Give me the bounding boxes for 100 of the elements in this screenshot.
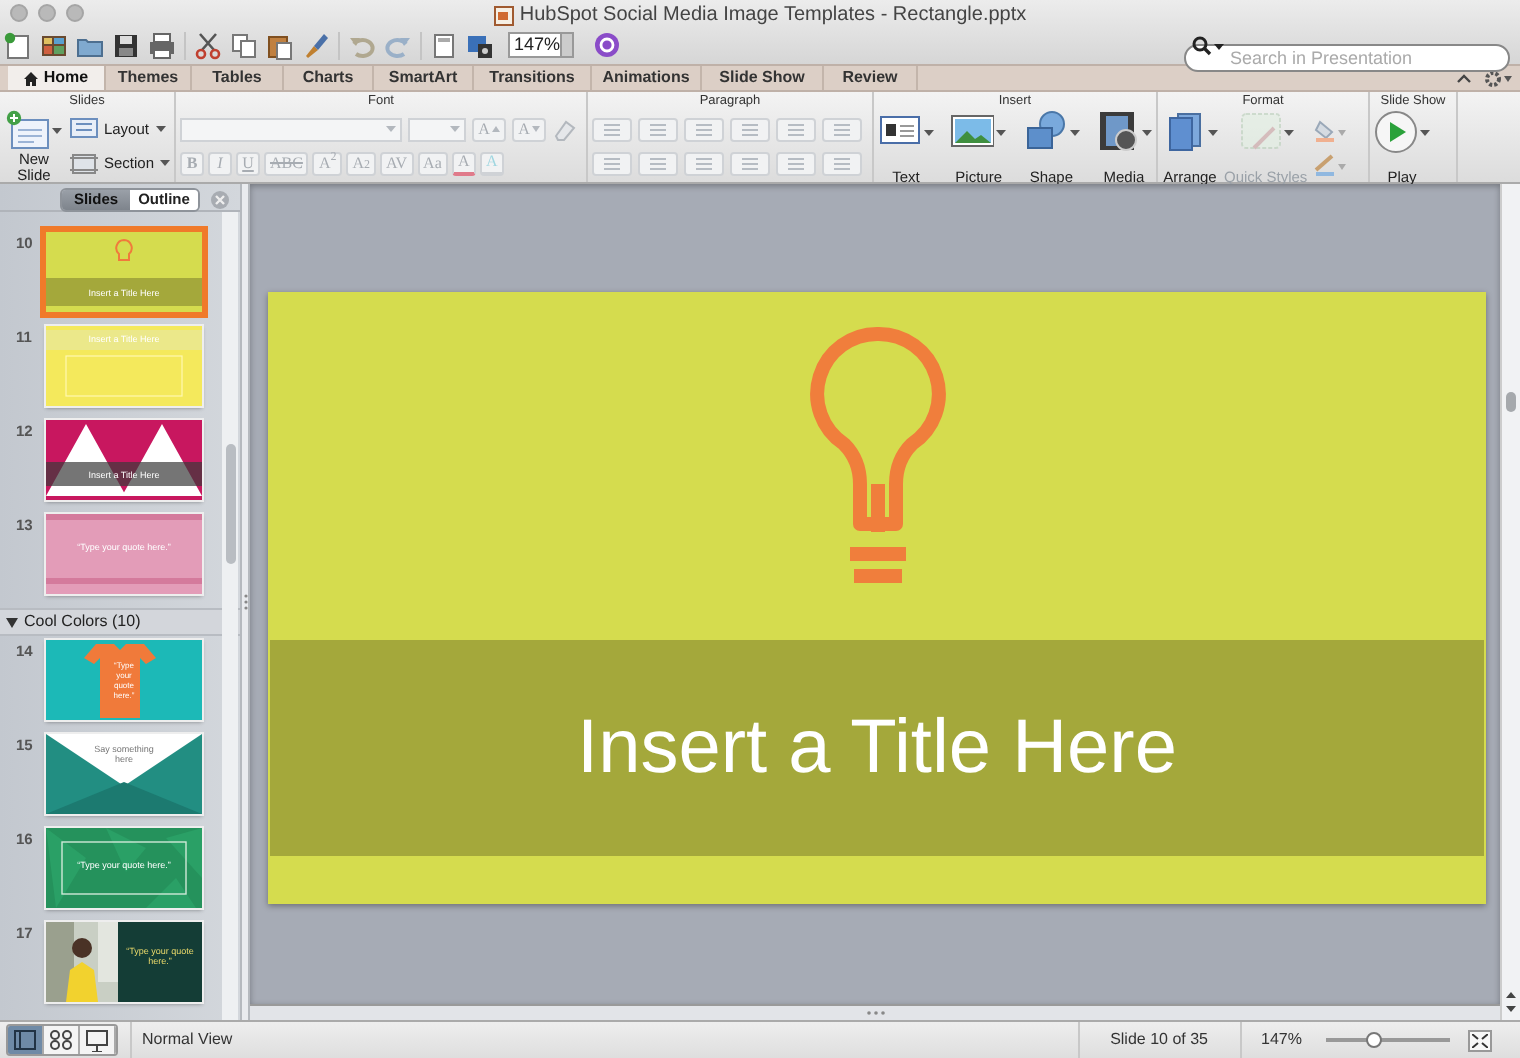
increase-indent-icon [740, 121, 760, 137]
window-icon[interactable] [430, 31, 458, 59]
paragraph-button[interactable] [592, 117, 632, 141]
presentation-icon [84, 1028, 110, 1052]
paragraph-button[interactable] [776, 151, 816, 175]
dropdown-caret-icon [51, 127, 62, 133]
ribbon-tab[interactable]: Home [8, 66, 106, 90]
styles-icon [1237, 110, 1282, 154]
align-text-icon [832, 155, 852, 171]
ribbon-tab[interactable]: Tables [192, 66, 284, 90]
line-spacing-icon [786, 121, 806, 137]
print-icon[interactable] [148, 31, 176, 59]
paste-icon[interactable] [266, 31, 294, 59]
align-left-icon [602, 155, 622, 171]
text-direction-icon [786, 155, 806, 171]
font-name-field[interactable] [180, 117, 402, 141]
gallery-icon[interactable] [40, 31, 68, 59]
line-color-icon[interactable] [1313, 154, 1346, 176]
view-button[interactable] [8, 1026, 44, 1054]
play-icon [1374, 110, 1418, 154]
align-center-icon [648, 155, 668, 171]
view-button[interactable] [80, 1026, 116, 1054]
fill-color-icon[interactable] [1313, 120, 1346, 142]
ribbon-tab[interactable]: Themes [106, 66, 192, 90]
dropdown-caret-icon [1141, 129, 1152, 135]
section-header[interactable]: Cool Colors (10) [0, 608, 240, 636]
paragraph-button[interactable] [638, 117, 678, 141]
paragraph-button[interactable] [592, 151, 632, 175]
paragraph-button[interactable] [730, 151, 770, 175]
eraser-icon[interactable] [552, 117, 576, 141]
slider-thumb[interactable] [1365, 1032, 1382, 1048]
view-button[interactable] [44, 1026, 80, 1054]
window-title: HubSpot Social Media Image Templates - Rectangle.pptx [519, 6, 1027, 26]
normal-view-icon [12, 1028, 38, 1052]
brush-icon[interactable] [302, 31, 330, 59]
media-browser-icon[interactable] [466, 31, 494, 59]
shapes-icon [1023, 110, 1068, 154]
slide-position: Slide 10 of 35 [1108, 1028, 1210, 1052]
cut-icon[interactable] [194, 31, 222, 59]
splitter-handle-icon[interactable] [243, 594, 247, 610]
zoom-field[interactable]: 147% [508, 32, 574, 58]
ribbon-tab[interactable]: Charts [284, 66, 374, 90]
dropdown-caret-icon [924, 129, 934, 135]
copy-icon[interactable] [230, 31, 258, 59]
dropdown-caret-icon [386, 126, 396, 132]
help-icon[interactable] [594, 32, 620, 58]
section-icon [69, 153, 98, 174]
decrease-indent-icon [694, 121, 714, 137]
collapse-ribbon-icon[interactable] [1456, 72, 1472, 84]
expanded-arrow-icon [6, 617, 18, 627]
close-icon[interactable] [210, 190, 230, 210]
dropdown-caret-icon [996, 129, 1007, 135]
dropdown-caret-icon [1069, 129, 1080, 135]
fit-icon [1472, 1033, 1488, 1047]
ribbon-tab[interactable]: Animations [592, 66, 702, 90]
new-slide-icon [5, 110, 50, 150]
bullets-icon [602, 121, 622, 137]
document-icon [493, 6, 514, 26]
justify-icon [740, 155, 760, 171]
new-document-icon[interactable] [4, 31, 32, 59]
paragraph-button[interactable] [684, 151, 724, 175]
search-icon[interactable] [1190, 33, 1226, 57]
scrollbar-thumb[interactable] [225, 444, 235, 564]
dropdown-caret-icon [1420, 129, 1430, 135]
view-switcher[interactable] [6, 1024, 118, 1056]
columns-icon [832, 121, 852, 137]
align-right-icon [694, 155, 714, 171]
dropdown-caret-icon [155, 125, 165, 132]
zoom-level: 147% [1261, 1028, 1302, 1052]
paragraph-button[interactable] [730, 117, 770, 141]
grid-view-icon [48, 1028, 74, 1052]
ribbon-tab[interactable]: SmartArt [374, 66, 474, 90]
layout-icon [69, 118, 98, 139]
home-icon [23, 71, 38, 85]
film-icon [1095, 110, 1140, 154]
ribbon-tab[interactable]: Slide Show [702, 66, 824, 90]
paragraph-button[interactable] [822, 151, 862, 175]
notes-splitter-icon[interactable] [865, 1010, 885, 1016]
dropdown-caret-icon [450, 126, 460, 132]
paragraph-button[interactable] [684, 117, 724, 141]
fit-to-window-button[interactable] [1468, 1029, 1492, 1051]
slide-title: Insert a Title Here [577, 710, 1177, 786]
down-arrow-icon [531, 126, 540, 132]
dropdown-caret-icon [1208, 129, 1218, 135]
paragraph-button[interactable] [638, 151, 678, 175]
up-arrow-icon [491, 126, 500, 132]
settings-icon[interactable] [1484, 69, 1512, 87]
numbering-icon [648, 121, 668, 137]
view-name: Normal View [142, 1028, 233, 1052]
dropdown-caret-icon [1283, 129, 1294, 135]
ribbon-tab[interactable]: Review [824, 66, 918, 90]
scrollbar-thumb[interactable] [1506, 392, 1516, 412]
paragraph-button[interactable] [822, 117, 862, 141]
ribbon-tab[interactable]: Transitions [474, 66, 592, 90]
dropdown-caret-icon [160, 160, 170, 167]
save-icon[interactable] [112, 31, 140, 59]
font-size-field[interactable] [408, 117, 466, 141]
scroll-arrows-icon[interactable] [1504, 990, 1518, 1014]
paragraph-button[interactable] [776, 117, 816, 141]
search-field[interactable]: Search in Presentation [1184, 43, 1510, 71]
